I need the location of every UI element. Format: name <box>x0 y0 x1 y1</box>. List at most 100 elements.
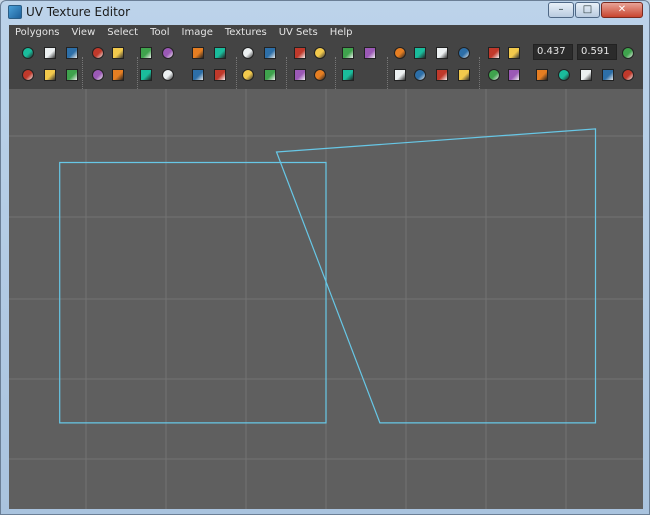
u-coordinate-field[interactable]: 0.437 <box>533 44 573 60</box>
rotate-cw-icon[interactable] <box>109 66 127 84</box>
menu-polygons[interactable]: Polygons <box>9 25 66 41</box>
image-toggle-icon[interactable] <box>339 66 357 84</box>
cut-uv-icon[interactable] <box>239 44 257 62</box>
image-display-glyph <box>342 47 354 59</box>
refresh-glyph <box>622 47 634 59</box>
relax-icon[interactable] <box>311 66 329 84</box>
shade-icon[interactable] <box>455 44 473 62</box>
grid-uv-icon[interactable] <box>291 44 309 62</box>
menu-image[interactable]: Image <box>176 25 219 41</box>
flip-vertical-glyph <box>162 47 174 59</box>
snap-icon[interactable] <box>211 66 229 84</box>
paste-uv-icon[interactable] <box>555 66 573 84</box>
normalize-icon[interactable] <box>159 66 177 84</box>
title-bar[interactable]: UV Texture Editor – □ ✕ <box>1 1 649 23</box>
overlap-glyph <box>436 47 448 59</box>
texture-border-glyph <box>394 69 406 81</box>
uv-left-shell[interactable] <box>59 161 327 424</box>
flip-horizontal-glyph <box>140 47 152 59</box>
texture-border-icon[interactable] <box>391 66 409 84</box>
shell-select-glyph <box>22 69 34 81</box>
straighten-icon[interactable] <box>239 66 257 84</box>
image-display-icon[interactable] <box>339 44 357 62</box>
refresh-image-icon[interactable] <box>485 66 503 84</box>
maximize-button[interactable]: □ <box>575 2 600 18</box>
grid-toggle-icon[interactable] <box>391 44 409 62</box>
grid-toggle-glyph <box>394 47 406 59</box>
filter-icon[interactable] <box>505 66 523 84</box>
delete-glyph <box>580 69 592 81</box>
uv-canvas[interactable] <box>9 89 643 509</box>
menu-view[interactable]: View <box>66 25 102 41</box>
rotate-cw-glyph <box>112 69 124 81</box>
app-icon <box>8 5 22 19</box>
color-wheel-icon[interactable] <box>433 66 451 84</box>
relax-glyph <box>314 69 326 81</box>
unfold-icon[interactable] <box>311 44 329 62</box>
paste-uv-glyph <box>558 69 570 81</box>
menu-bar: Polygons View Select Tool Image Textures… <box>9 25 643 41</box>
menu-help[interactable]: Help <box>324 25 359 41</box>
grid-uv-glyph <box>294 47 306 59</box>
uv-move-icon[interactable] <box>41 44 59 62</box>
snap-glyph <box>214 69 226 81</box>
flip-vertical-icon[interactable] <box>159 44 177 62</box>
uv-texture-editor-window: UV Texture Editor – □ ✕ Polygons View Se… <box>0 0 650 515</box>
window-title: UV Texture Editor <box>26 5 131 19</box>
uv-viewport[interactable] <box>9 89 643 509</box>
merge-icon[interactable] <box>291 66 309 84</box>
sew-uv-glyph <box>264 47 276 59</box>
dim-image-glyph <box>458 69 470 81</box>
rotate-ccw-icon[interactable] <box>89 66 107 84</box>
menu-textures[interactable]: Textures <box>219 25 273 41</box>
image-toggle-glyph <box>342 69 354 81</box>
editor-client-area: Polygons View Select Tool Image Textures… <box>9 25 643 509</box>
close-button[interactable]: ✕ <box>601 2 643 18</box>
internal-select-icon[interactable] <box>63 66 81 84</box>
border-select-icon[interactable] <box>41 66 59 84</box>
rotate-ccw-glyph <box>92 69 104 81</box>
uv-rotate-icon[interactable] <box>63 44 81 62</box>
checker-map-icon[interactable] <box>411 66 429 84</box>
align-left-icon[interactable] <box>189 44 207 62</box>
move-up-icon[interactable] <box>89 44 107 62</box>
rgb-icon[interactable] <box>505 44 523 62</box>
refresh-icon[interactable] <box>619 44 637 62</box>
delete-icon[interactable] <box>577 66 595 84</box>
dim-image-icon[interactable] <box>455 66 473 84</box>
uv-select-glyph <box>22 47 34 59</box>
split-icon[interactable] <box>261 66 279 84</box>
lock-icon[interactable] <box>599 66 617 84</box>
menu-select[interactable]: Select <box>101 25 144 41</box>
move-right-icon[interactable] <box>109 44 127 62</box>
color-wheel-glyph <box>436 69 448 81</box>
menu-uv-sets[interactable]: UV Sets <box>273 25 324 41</box>
shell-select-icon[interactable] <box>19 66 37 84</box>
magnet-icon[interactable] <box>411 44 429 62</box>
minimize-button[interactable]: – <box>548 2 574 18</box>
overlap-icon[interactable] <box>433 44 451 62</box>
cut-uv-glyph <box>242 47 254 59</box>
menu-tool[interactable]: Tool <box>144 25 175 41</box>
snapshot-icon[interactable] <box>619 66 637 84</box>
align-grid-icon[interactable] <box>211 44 229 62</box>
checker-icon[interactable] <box>361 44 379 62</box>
pin-icon[interactable] <box>485 44 503 62</box>
internal-select-glyph <box>66 69 78 81</box>
uv-rotate-glyph <box>66 47 78 59</box>
lock-glyph <box>602 69 614 81</box>
filter-glyph <box>508 69 520 81</box>
pin-glyph <box>488 47 500 59</box>
distribute-icon[interactable] <box>189 66 207 84</box>
uv-move-glyph <box>44 47 56 59</box>
v-coordinate-field[interactable]: 0.591 <box>577 44 617 60</box>
sew-uv-icon[interactable] <box>261 44 279 62</box>
copy-uv-icon[interactable] <box>533 66 551 84</box>
copy-uv-glyph <box>536 69 548 81</box>
snapshot-glyph <box>622 69 634 81</box>
toolbar: 0.437 0.591 <box>9 41 643 101</box>
layout-glyph <box>140 69 152 81</box>
refresh-image-glyph <box>488 69 500 81</box>
uv-select-icon[interactable] <box>19 44 37 62</box>
checker-map-glyph <box>414 69 426 81</box>
